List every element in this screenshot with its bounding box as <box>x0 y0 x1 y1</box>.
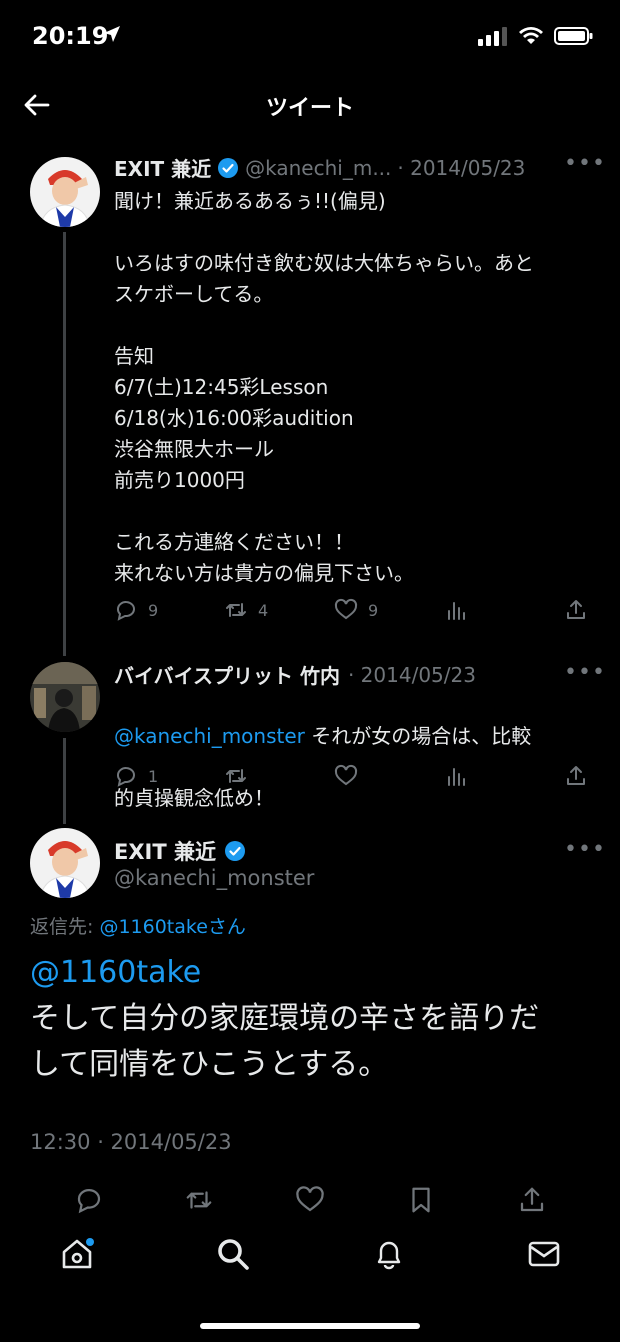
like-count: 9 <box>368 600 379 620</box>
reply-button[interactable]: 9 <box>114 598 158 622</box>
tweet-text-part: それが女の場合は、比較 <box>304 724 532 748</box>
like-button[interactable]: 9 <box>334 598 378 622</box>
tweet-timestamp[interactable]: 12:30 · 2014/05/23 <box>30 1130 232 1154</box>
tab-notifications[interactable] <box>372 1237 406 1271</box>
share-icon <box>567 600 585 619</box>
reply-button[interactable]: 1 <box>114 764 158 788</box>
wifi-icon <box>519 27 543 44</box>
retweet-icon <box>226 769 246 783</box>
bookmark-button[interactable] <box>406 1185 436 1219</box>
tweet-header: バイバイスプリット 竹内 · 2014/05/23 <box>114 660 554 689</box>
share-icon <box>567 766 585 785</box>
author-name[interactable]: EXIT 兼近 <box>114 836 216 866</box>
reply-count: 9 <box>148 600 159 620</box>
thread-line <box>63 232 66 656</box>
share-button[interactable] <box>517 1185 547 1219</box>
like-icon <box>334 764 358 786</box>
retweet-button[interactable]: 4 <box>224 598 268 622</box>
thread-line <box>63 738 66 824</box>
tweet-text-part: して同情をひこうとする。 <box>30 1047 389 1082</box>
tweet-actions: 1 <box>114 764 594 792</box>
author-name[interactable]: EXIT 兼近 <box>114 153 211 182</box>
author-name[interactable]: バイバイスプリット 竹内 <box>114 660 340 689</box>
mention-link[interactable]: @1160take <box>30 955 201 990</box>
tweet-date[interactable]: · 2014/05/23 <box>397 156 525 180</box>
share-button[interactable] <box>564 598 588 622</box>
avatar[interactable] <box>30 662 100 732</box>
location-arrow-icon <box>102 24 122 48</box>
retweet-count: 4 <box>258 600 269 620</box>
like-button[interactable] <box>295 1185 325 1219</box>
search-icon <box>218 1239 249 1270</box>
reply-to-suffix: さん <box>207 916 246 938</box>
bookmark-icon <box>412 1187 430 1213</box>
views-icon <box>448 602 465 620</box>
tab-home[interactable] <box>60 1237 94 1271</box>
avatar[interactable] <box>30 157 100 227</box>
status-indicators <box>478 26 594 46</box>
battery-icon <box>554 27 593 45</box>
bell-icon <box>377 1241 401 1270</box>
home-indicator <box>200 1323 420 1329</box>
retweet-button[interactable] <box>224 764 248 788</box>
reply-icon <box>77 1188 101 1214</box>
tab-messages[interactable] <box>527 1237 561 1271</box>
retweet-button[interactable] <box>184 1185 214 1219</box>
retweet-icon <box>226 603 246 617</box>
tweet-actions: 9 4 9 <box>114 598 594 626</box>
mention-link[interactable]: @kanechi_monster <box>114 724 305 748</box>
tweet-text: 聞け！兼近あるあるぅ!!(偏見) いろはすの味付き飲む奴は大体ちゃらい。あと ス… <box>114 189 534 585</box>
signal-icon <box>478 27 507 46</box>
reply-icon <box>117 601 135 621</box>
author-handle[interactable]: @kanechi_m... <box>245 156 391 180</box>
share-button[interactable] <box>564 764 588 788</box>
status-time: 20:19 <box>32 22 109 50</box>
share-icon <box>520 1187 544 1212</box>
home-icon <box>62 1238 94 1269</box>
reply-icon <box>117 767 135 787</box>
tweet-date[interactable]: · 2014/05/23 <box>348 663 476 687</box>
verified-icon <box>218 157 239 178</box>
tweet-text-part: そして自分の家庭環境の辛さを語りだ <box>30 1001 540 1036</box>
author-handle[interactable]: @kanechi_monster <box>114 866 314 890</box>
like-icon <box>334 598 358 620</box>
views-button[interactable] <box>444 764 468 788</box>
like-button[interactable] <box>334 764 358 788</box>
retweet-icon <box>186 1191 212 1209</box>
views-button[interactable] <box>444 598 468 622</box>
avatar[interactable] <box>30 828 100 898</box>
more-icon[interactable]: ••• <box>564 151 606 176</box>
main-author: EXIT 兼近 <box>114 836 246 866</box>
tweet-header: EXIT 兼近 @kanechi_m... · 2014/05/23 <box>114 153 594 182</box>
main-tweet-text: @1160take そして自分の家庭環境の辛さを語りだ して同情をひこうとする。 <box>30 950 600 1088</box>
mail-icon <box>528 1241 560 1267</box>
tweet-text: @kanechi_monster それが女の場合は、比較 的貞操観念低め！ <box>114 690 594 814</box>
more-icon[interactable]: ••• <box>564 837 606 862</box>
tab-search[interactable] <box>216 1237 250 1271</box>
page-title: ツイート <box>265 96 354 121</box>
reply-to: 返信先: @1160takeさん <box>30 912 246 939</box>
more-icon[interactable]: ••• <box>564 660 606 685</box>
views-icon <box>448 768 465 786</box>
reply-to-label: 返信先: <box>30 916 100 938</box>
reply-button[interactable] <box>74 1185 104 1219</box>
reply-count: 1 <box>148 766 159 786</box>
reply-to-user[interactable]: @1160take <box>99 916 207 938</box>
verified-icon <box>225 841 245 861</box>
like-icon <box>296 1186 324 1212</box>
